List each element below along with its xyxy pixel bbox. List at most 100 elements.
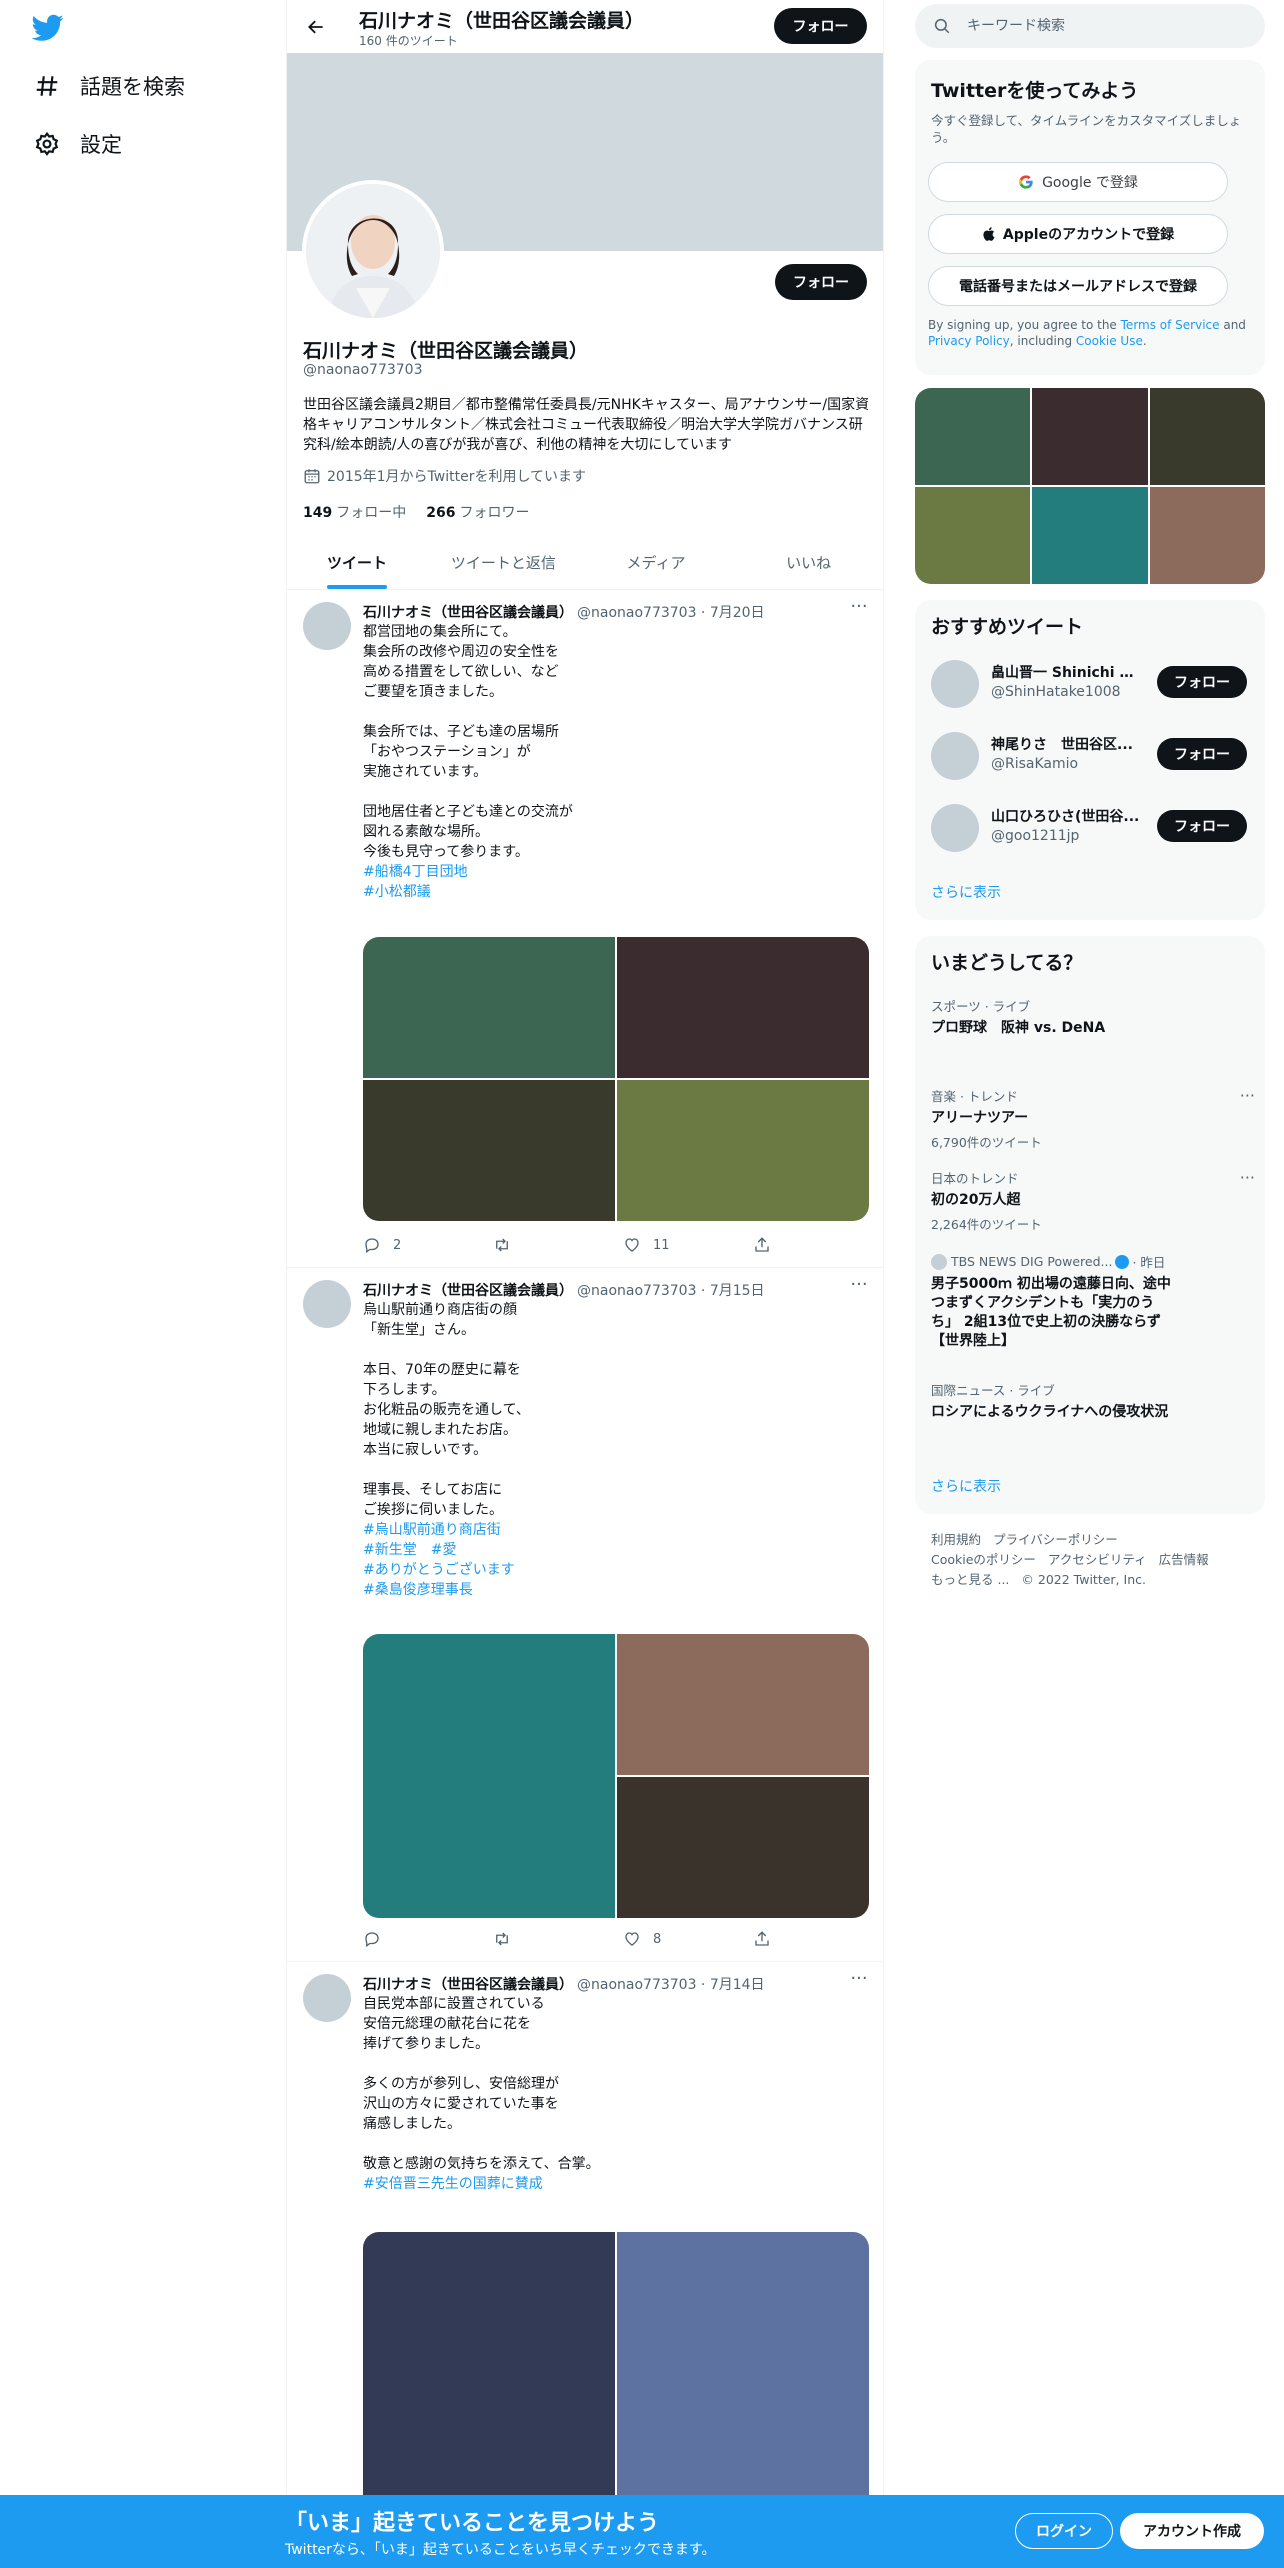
more-icon[interactable]: ··· bbox=[849, 598, 869, 622]
trend-item[interactable]: 日本のトレンド 初の20万人超 2,264件のツイート ··· bbox=[931, 1168, 1255, 1233]
recommended-user[interactable]: 神尾りさ 世田谷区... @RisaKamio フォロー bbox=[915, 720, 1265, 792]
trend-item[interactable]: 音楽 · トレンド アリーナツアー 6,790件のツイート ··· bbox=[931, 1086, 1255, 1151]
trend-item[interactable]: スポーツ · ライブ プロ野球 阪神 vs. DeNA bbox=[931, 996, 1251, 1038]
tweet[interactable]: 石川ナオミ（世田谷区議会議員） @naonao773703 · 7月14日 ···… bbox=[287, 1962, 883, 2568]
media-thumbnail[interactable] bbox=[1032, 487, 1148, 584]
media-photo[interactable] bbox=[617, 1080, 869, 1221]
hashtag-link[interactable]: #船橋4丁目団地 bbox=[363, 862, 863, 882]
header-display-name: 石川ナオミ（世田谷区議会議員） bbox=[359, 10, 645, 32]
hashtag-link[interactable]: #ありがとうございます bbox=[363, 1560, 863, 1580]
media-thumbnail[interactable] bbox=[915, 487, 1031, 584]
hashtag-link[interactable]: #小松都議 bbox=[363, 882, 863, 902]
news-item[interactable]: TBS NEWS DIG Powered... · 昨日 男子5000ｍ 初出場… bbox=[931, 1252, 1251, 1351]
profile-avatar[interactable] bbox=[302, 180, 444, 322]
show-more-link[interactable]: さらに表示 bbox=[931, 1476, 1001, 1496]
footer-cookie-link[interactable]: Cookieのポリシー bbox=[931, 1552, 1036, 1567]
avatar[interactable] bbox=[303, 1974, 351, 2022]
footer-more-link[interactable]: もっと見る ... bbox=[931, 1572, 1009, 1587]
media-photo[interactable] bbox=[617, 937, 869, 1078]
footer-accessibility-link[interactable]: アクセシビリティ bbox=[1048, 1552, 1147, 1567]
recommended-user[interactable]: 畠山晋一 Shinichi Ha... @ShinHatake1008 フォロー bbox=[915, 648, 1265, 720]
tweet-media[interactable] bbox=[363, 2232, 869, 2532]
avatar[interactable] bbox=[931, 732, 979, 780]
header-follow-button[interactable]: フォロー bbox=[774, 8, 867, 44]
followers-label: フォロワー bbox=[459, 505, 530, 521]
media-photo[interactable] bbox=[617, 1777, 869, 1918]
login-button[interactable]: ログイン bbox=[1015, 2513, 1113, 2549]
cookie-use-link[interactable]: Cookie Use bbox=[1076, 334, 1143, 348]
google-signup-button[interactable]: Google で登録 bbox=[928, 162, 1228, 202]
back-arrow-icon[interactable] bbox=[301, 12, 331, 42]
reply-button[interactable] bbox=[363, 1929, 453, 1949]
hashtag-link[interactable]: #安倍晋三先生の国葬に賛成 bbox=[363, 2174, 863, 2194]
avatar[interactable] bbox=[931, 660, 979, 708]
media-photo[interactable] bbox=[617, 1634, 869, 1775]
search-input[interactable] bbox=[967, 18, 1227, 34]
nav-explore[interactable]: 話題を検索 bbox=[34, 66, 185, 106]
tweet-handle-date[interactable]: @naonao773703 · 7月14日 bbox=[577, 1977, 765, 1993]
tweet-media[interactable] bbox=[363, 937, 869, 1221]
reply-button[interactable]: 2 bbox=[363, 1235, 453, 1255]
search-box[interactable] bbox=[915, 4, 1265, 48]
tweet-handle-date[interactable]: @naonao773703 · 7月15日 bbox=[577, 1283, 765, 1299]
recommended-user-name: 畠山晋一 Shinichi Ha... bbox=[991, 665, 1141, 681]
phone-email-signup-button[interactable]: 電話番号またはメールアドレスで登録 bbox=[928, 266, 1228, 306]
media-thumbnail[interactable] bbox=[1149, 388, 1265, 485]
trend-item[interactable]: 国際ニュース · ライブ ロシアによるウクライナへの侵攻状況 bbox=[931, 1380, 1251, 1422]
tweet-handle-date[interactable]: @naonao773703 · 7月20日 bbox=[577, 605, 765, 621]
tweet-text: 烏山駅前通り商店街の顔 「新生堂」さん。 本日、70年の歴史に幕を 下ろします。… bbox=[363, 1300, 863, 1600]
tab-media[interactable]: メディア bbox=[580, 536, 733, 589]
twitter-bird-icon[interactable] bbox=[31, 14, 64, 42]
follow-button[interactable]: フォロー bbox=[1157, 738, 1247, 770]
hashtag-link[interactable]: #烏山駅前通り商店街 bbox=[363, 1520, 863, 1540]
privacy-policy-link[interactable]: Privacy Policy bbox=[928, 334, 1010, 348]
more-icon[interactable]: ··· bbox=[1240, 1086, 1255, 1105]
avatar[interactable] bbox=[303, 602, 351, 650]
footer-terms-link[interactable]: 利用規約 bbox=[931, 1532, 981, 1547]
tweet-media[interactable] bbox=[363, 1634, 869, 1918]
recommended-user[interactable]: 山口ひろひさ(世田谷... @goo1211jp フォロー bbox=[915, 792, 1265, 864]
tweet-author-name[interactable]: 石川ナオミ（世田谷区議会議員） bbox=[363, 605, 573, 621]
hashtag-link[interactable]: #新生堂 #愛 bbox=[363, 1540, 863, 1560]
profile-follow-button[interactable]: フォロー bbox=[775, 264, 867, 300]
share-button[interactable] bbox=[753, 1235, 783, 1255]
media-thumbnail[interactable] bbox=[1032, 388, 1148, 485]
media-photo[interactable] bbox=[363, 937, 615, 1078]
follow-button[interactable]: フォロー bbox=[1157, 666, 1247, 698]
tweet[interactable]: 石川ナオミ（世田谷区議会議員） @naonao773703 · 7月20日 ···… bbox=[287, 590, 883, 1268]
media-photo[interactable] bbox=[363, 2232, 615, 2532]
footer-ads-link[interactable]: 広告情報 bbox=[1159, 1552, 1209, 1567]
like-button[interactable]: 8 bbox=[623, 1929, 713, 1949]
tab-tweets-and-replies[interactable]: ツイートと返信 bbox=[427, 536, 580, 589]
retweet-button[interactable] bbox=[493, 1929, 583, 1949]
tweet-author-name[interactable]: 石川ナオミ（世田谷区議会議員） bbox=[363, 1283, 573, 1299]
follow-button[interactable]: フォロー bbox=[1157, 810, 1247, 842]
media-photo[interactable] bbox=[363, 1080, 615, 1221]
media-photo[interactable] bbox=[363, 1634, 615, 1918]
footer-privacy-link[interactable]: プライバシーポリシー bbox=[993, 1532, 1118, 1547]
followers-link[interactable]: 266 フォロワー bbox=[426, 502, 529, 522]
more-icon[interactable]: ··· bbox=[849, 1970, 869, 1994]
avatar[interactable] bbox=[303, 1280, 351, 1328]
like-button[interactable]: 11 bbox=[623, 1235, 713, 1255]
nav-settings[interactable]: 設定 bbox=[34, 124, 122, 164]
following-link[interactable]: 149 フォロー中 bbox=[303, 502, 406, 522]
hashtag-link[interactable]: #桑島俊彦理事長 bbox=[363, 1580, 863, 1600]
retweet-button[interactable] bbox=[493, 1235, 583, 1255]
show-more-link[interactable]: さらに表示 bbox=[931, 882, 1001, 902]
media-thumbnail[interactable] bbox=[1149, 487, 1265, 584]
tab-likes[interactable]: いいね bbox=[732, 536, 883, 589]
more-icon[interactable]: ··· bbox=[849, 1276, 869, 1300]
profile-tabs: ツイート ツイートと返信 メディア いいね bbox=[287, 536, 883, 590]
share-button[interactable] bbox=[753, 1929, 783, 1949]
terms-of-service-link[interactable]: Terms of Service bbox=[1121, 318, 1220, 332]
media-thumbnail[interactable] bbox=[915, 388, 1031, 485]
more-icon[interactable]: ··· bbox=[1240, 1168, 1255, 1187]
media-photo[interactable] bbox=[617, 2232, 869, 2532]
create-account-button[interactable]: アカウント作成 bbox=[1120, 2513, 1264, 2549]
apple-signup-button[interactable]: Appleのアカウントで登録 bbox=[928, 214, 1228, 254]
tab-tweets[interactable]: ツイート bbox=[287, 536, 427, 589]
avatar[interactable] bbox=[931, 804, 979, 852]
tweet-author-name[interactable]: 石川ナオミ（世田谷区議会議員） bbox=[363, 1977, 573, 1993]
tweet[interactable]: 石川ナオミ（世田谷区議会議員） @naonao773703 · 7月15日 ···… bbox=[287, 1268, 883, 1962]
